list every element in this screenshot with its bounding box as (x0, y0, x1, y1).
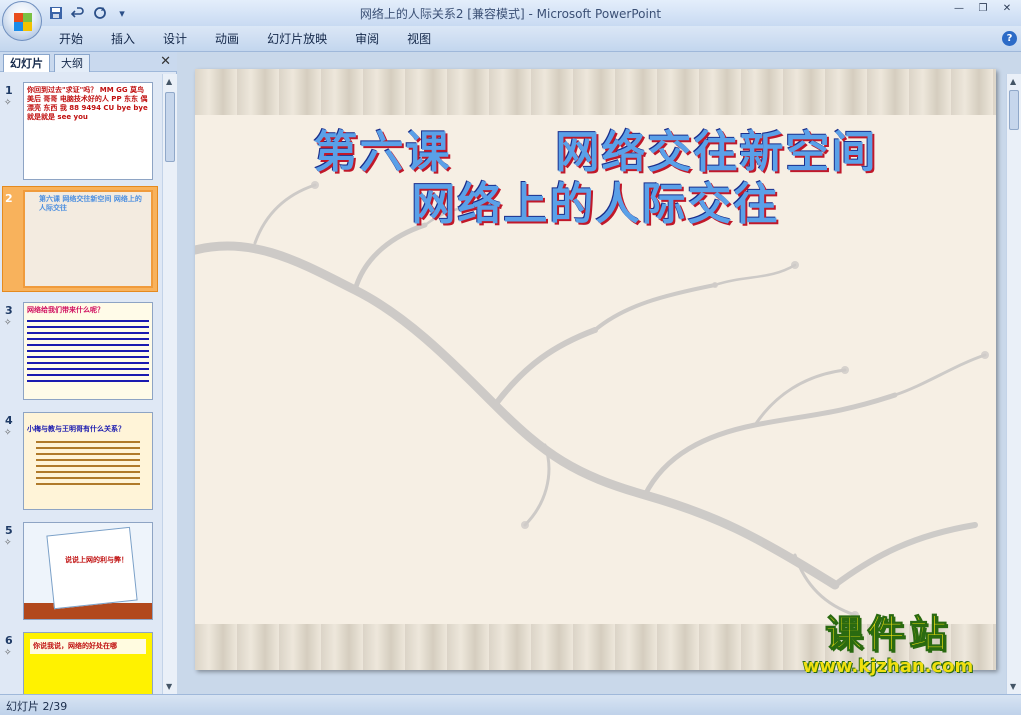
thumb-text: 你说我说，网络的好处在哪 (30, 639, 146, 654)
transition-icon: ✧ (4, 318, 12, 328)
office-logo-icon (14, 13, 32, 31)
slides-panel: 幻灯片 大纲 ✕ 1 ✧ 你回到过去"求证"吗？ MM GG 莫鸟 美后 哥哥 … (0, 52, 177, 694)
close-icon[interactable]: ✕ (160, 54, 171, 69)
tab-slideshow[interactable]: 幻灯片放映 (256, 31, 338, 49)
slide-number: 6 (5, 634, 13, 647)
thumb-text: 小梅与教与王明哥有什么关系？ (27, 425, 125, 433)
scroll-down-icon[interactable]: ▼ (166, 682, 172, 691)
thumb-notebook (46, 526, 138, 610)
thumb-body-lines (36, 441, 140, 489)
slide-thumbnail[interactable]: 网络给我们带来什么呢？ (23, 302, 153, 400)
transition-icon: ✧ (4, 98, 12, 108)
slide-thumbnail[interactable]: 小梅与教与王明哥有什么关系？ (23, 412, 153, 510)
status-bar: 幻灯片 2/39 (0, 694, 1021, 715)
tab-view[interactable]: 视图 (396, 31, 442, 49)
tab-outline[interactable]: 大纲 (54, 54, 90, 72)
slide-editor: 第六课 网络交往新空间 网络上的人际交往 ▲ ▼ (178, 52, 1021, 694)
slide-thumbnails: 1 ✧ 你回到过去"求证"吗？ MM GG 莫鸟 美后 哥哥 电脑技术好的人 P… (0, 74, 162, 694)
thumb-text: 第六课 网络交往新空间 网络上的人际交往 (39, 195, 142, 212)
help-icon[interactable]: ? (1002, 31, 1017, 46)
transition-icon: ✧ (4, 428, 12, 438)
panel-tabs: 幻灯片 大纲 ✕ (0, 52, 177, 72)
tab-review[interactable]: 审阅 (344, 31, 390, 49)
office-button[interactable] (2, 1, 42, 41)
slide-border-top (195, 69, 996, 115)
tab-slides[interactable]: 幻灯片 (3, 54, 50, 72)
tab-home[interactable]: 开始 (48, 31, 94, 49)
transition-icon: ✧ (4, 538, 12, 548)
scroll-thumb[interactable] (1009, 90, 1019, 130)
editor-scrollbar[interactable]: ▲ ▼ (1006, 74, 1021, 694)
thumb-text: 网络给我们带来什么呢？ (27, 306, 104, 314)
transition-icon: ✧ (4, 648, 12, 658)
slide-number: 1 (5, 84, 13, 97)
minimize-icon[interactable]: — (949, 2, 969, 16)
watermark-brand: 课件站 (824, 612, 951, 657)
slide-counter: 幻灯片 2/39 (6, 700, 68, 713)
ribbon-tabs: 开始 插入 设计 动画 幻灯片放映 审阅 视图 ? (0, 26, 1021, 52)
slide-thumbnail[interactable]: 说说上网的利与弊！ (23, 522, 153, 620)
watermark-url: www.kjzhan.com (802, 656, 974, 677)
thumb-text: 你回到过去"求证"吗？ MM GG 莫鸟 美后 哥哥 电脑技术好的人 PP 东东… (27, 86, 148, 121)
scroll-up-icon[interactable]: ▲ (1010, 77, 1016, 86)
scroll-thumb[interactable] (165, 92, 175, 162)
tab-insert[interactable]: 插入 (100, 31, 146, 49)
slide-title-line-1: 第六课 网络交往新空间 (313, 127, 878, 178)
scroll-up-icon[interactable]: ▲ (166, 77, 172, 86)
slide-number: 4 (5, 414, 13, 427)
slide-thumbnail[interactable]: 你说我说，网络的好处在哪 (23, 632, 153, 694)
thumbnail-scrollbar[interactable]: ▲ ▼ (162, 74, 177, 694)
slide-number: 5 (5, 524, 13, 537)
thumb-body-lines (27, 320, 149, 382)
slide-title-line-2: 网络上的人际交往 (411, 179, 780, 230)
restore-icon[interactable]: ❐ (973, 2, 993, 16)
window-controls: — ❐ ✕ (949, 2, 1017, 16)
tab-animations[interactable]: 动画 (204, 31, 250, 49)
slide-thumbnail[interactable]: 你回到过去"求证"吗？ MM GG 莫鸟 美后 哥哥 电脑技术好的人 PP 东东… (23, 82, 153, 180)
title-bar: ▾ 网络上的人际关系2 [兼容模式] - Microsoft PowerPoin… (0, 0, 1021, 41)
window-title: 网络上的人际关系2 [兼容模式] - Microsoft PowerPoint (359, 7, 662, 21)
site-watermark: 课件站 www.kjzhan.com (770, 612, 1006, 678)
scroll-down-icon[interactable]: ▼ (1010, 682, 1016, 691)
slide-number: 3 (5, 304, 13, 317)
thumb-text: 说说上网的利与弊！ (65, 556, 128, 564)
slide-number: 2 (5, 192, 13, 205)
slide-title[interactable]: 第六课 网络交往新空间 网络上的人际交往 (195, 127, 996, 231)
close-icon[interactable]: ✕ (997, 2, 1017, 16)
tab-design[interactable]: 设计 (152, 31, 198, 49)
slide-thumbnail[interactable]: 第六课 网络交往新空间 网络上的人际交往 (23, 190, 153, 288)
current-slide[interactable]: 第六课 网络交往新空间 网络上的人际交往 (195, 69, 996, 670)
